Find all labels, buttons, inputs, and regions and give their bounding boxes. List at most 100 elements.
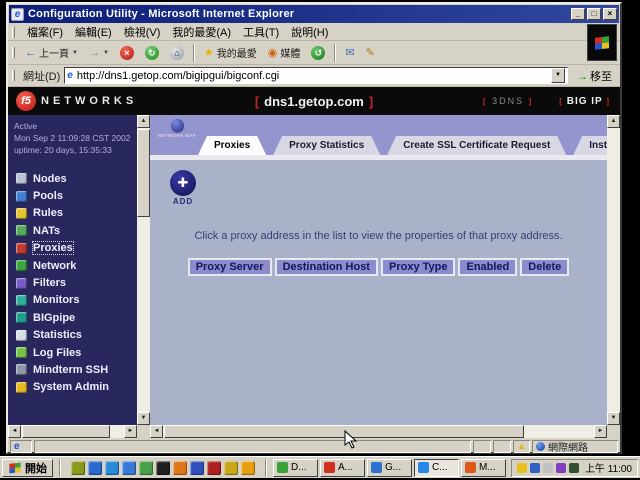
proxies-panel: ✚ ADD Click a proxy address in the list … <box>150 155 607 438</box>
sidebar-item[interactable]: BIGpipe <box>16 309 150 326</box>
tab-bar: Proxies Proxy Statistics Create SSL Certif… <box>198 136 620 155</box>
menu-item[interactable]: 檢視(V) <box>118 23 167 41</box>
tray-icon-5[interactable] <box>569 463 579 473</box>
scrollbar-thumb[interactable] <box>22 425 110 438</box>
tab[interactable]: Proxy Statistics <box>273 136 380 155</box>
close-button[interactable]: × <box>603 8 617 20</box>
menu-item[interactable]: 工具(T) <box>237 23 285 41</box>
mail-button[interactable]: ✉ <box>340 43 359 63</box>
bigpipe-icon <box>16 312 27 323</box>
sidebar-item[interactable]: Nodes <box>16 170 150 187</box>
windows-flag-icon <box>595 36 609 49</box>
scroll-up-icon[interactable]: ▲ <box>137 115 150 128</box>
scroll-right-icon[interactable]: ► <box>594 425 607 438</box>
sidebar-item[interactable]: Log Files <box>16 344 150 361</box>
add-icon[interactable]: ✚ <box>170 170 196 196</box>
back-icon: ← <box>25 47 36 59</box>
edit-icon: ✎ <box>366 47 375 59</box>
task-window-button[interactable]: C... <box>414 459 459 477</box>
task-window-button[interactable]: M... <box>461 459 506 477</box>
refresh-button[interactable]: ↻ <box>140 43 164 63</box>
toolbar-separator <box>193 44 195 62</box>
quick-launch-icon-7[interactable] <box>173 461 187 475</box>
scroll-up-icon[interactable]: ▲ <box>607 115 620 128</box>
stop-button[interactable]: × <box>115 43 139 63</box>
sidebar-item[interactable]: Mindterm SSH <box>16 361 150 378</box>
sidebar: Active Mon Sep 2 11:09:28 CST 2002 uptim… <box>8 115 150 438</box>
sidebar-item[interactable]: Statistics <box>16 327 150 344</box>
tray-icon-2[interactable] <box>530 463 540 473</box>
toolbar-grip[interactable] <box>12 70 15 81</box>
scroll-left-icon[interactable]: ◄ <box>150 425 163 438</box>
document-icon: e <box>14 441 20 452</box>
scroll-left-icon[interactable]: ◄ <box>8 425 21 438</box>
quick-launch-icon-11[interactable] <box>241 461 255 475</box>
status-text: Active <box>14 120 150 132</box>
scroll-down-icon[interactable]: ▼ <box>607 412 620 425</box>
menu-item[interactable]: 說明(H) <box>285 23 334 41</box>
sidebar-horizontal-scrollbar[interactable]: ◄ ► <box>8 425 137 438</box>
add-proxy-button[interactable]: ✚ ADD <box>166 170 200 206</box>
content-vertical-scrollbar[interactable]: ▲ ▼ <box>607 115 620 425</box>
task-window-button[interactable]: D... <box>273 459 318 477</box>
windows-flag-icon <box>9 462 20 473</box>
quick-launch-icon-4[interactable] <box>122 461 136 475</box>
refresh-icon: ↻ <box>145 46 159 60</box>
address-input[interactable]: e http://dns1.getop.com/bigipgui/bigconf… <box>64 67 568 84</box>
go-button[interactable]: → 移至 <box>572 68 616 84</box>
task-window-button[interactable]: G... <box>367 459 412 477</box>
back-button[interactable]: ← 上一頁 ▼ <box>20 43 83 63</box>
history-button[interactable]: ↺ <box>306 43 330 63</box>
mouse-cursor <box>344 430 358 450</box>
minimize-button[interactable]: _ <box>571 8 585 20</box>
sidebar-item[interactable]: Proxies <box>16 240 150 257</box>
task-window-button[interactable]: A... <box>320 459 365 477</box>
tab[interactable]: Proxies <box>198 136 266 155</box>
table-header-cell: Enabled <box>458 258 517 276</box>
maximize-button[interactable]: □ <box>587 8 601 20</box>
sidebar-item[interactable]: Network <box>16 257 150 274</box>
stop-icon: × <box>120 46 134 60</box>
sidebar-item[interactable]: Filters <box>16 274 150 291</box>
sidebar-vertical-scrollbar[interactable]: ▲ ▼ <box>137 115 150 425</box>
quick-launch-icon-9[interactable] <box>207 461 221 475</box>
quick-launch-icon-3[interactable] <box>105 461 119 475</box>
quick-launch-icon-6[interactable] <box>156 461 170 475</box>
sidebar-item[interactable]: Monitors <box>16 292 150 309</box>
menu-item[interactable]: 檔案(F) <box>21 23 69 41</box>
sidebar-item[interactable]: System Admin <box>16 379 150 396</box>
quick-launch-icon-5[interactable] <box>139 461 153 475</box>
address-url[interactable]: http://dns1.getop.com/bigipgui/bigconf.c… <box>77 70 551 82</box>
tray-icon-3[interactable] <box>543 463 553 473</box>
address-dropdown-icon[interactable]: ▼ <box>551 68 565 83</box>
scrollbar-thumb[interactable] <box>137 129 150 217</box>
tray-icon-4[interactable] <box>556 463 566 473</box>
toolbar-grip[interactable] <box>12 47 15 58</box>
quick-launch-icon-10[interactable] <box>224 461 238 475</box>
sidebar-item[interactable]: Pools <box>16 187 150 204</box>
back-dropdown-icon[interactable]: ▼ <box>72 50 78 56</box>
menu-item[interactable]: 編輯(E) <box>69 23 118 41</box>
scroll-right-icon[interactable]: ► <box>124 425 137 438</box>
home-button[interactable]: ⌂ <box>165 43 189 63</box>
sidebar-item[interactable]: Rules <box>16 205 150 222</box>
media-button[interactable]: ◉ 媒體 <box>263 43 306 63</box>
title-bar[interactable]: e Configuration Utility - Microsoft Inte… <box>9 5 619 23</box>
content-horizontal-scrollbar[interactable]: ◄ ► <box>150 425 607 438</box>
forward-dropdown-icon[interactable]: ▼ <box>103 50 109 56</box>
forward-button[interactable]: → ▼ <box>84 43 114 63</box>
start-button[interactable]: 開始 <box>2 459 53 477</box>
quick-launch-icon-1[interactable] <box>71 461 85 475</box>
quick-launch-icon-8[interactable] <box>190 461 204 475</box>
tray-icon-1[interactable] <box>517 463 527 473</box>
scroll-down-icon[interactable]: ▼ <box>137 412 150 425</box>
tab[interactable]: Create SSL Certificate Request <box>387 136 566 155</box>
favorites-button[interactable]: ★ 我的最愛 <box>199 43 262 63</box>
nodes-icon <box>16 173 27 184</box>
network-map-button[interactable]: NETWORK MAP <box>156 119 198 138</box>
toolbar-grip[interactable] <box>12 27 15 38</box>
sidebar-item[interactable]: NATs <box>16 222 150 239</box>
edit-button[interactable]: ✎ <box>361 43 380 63</box>
menu-item[interactable]: 我的最愛(A) <box>166 23 237 41</box>
quick-launch-icon-2[interactable] <box>88 461 102 475</box>
